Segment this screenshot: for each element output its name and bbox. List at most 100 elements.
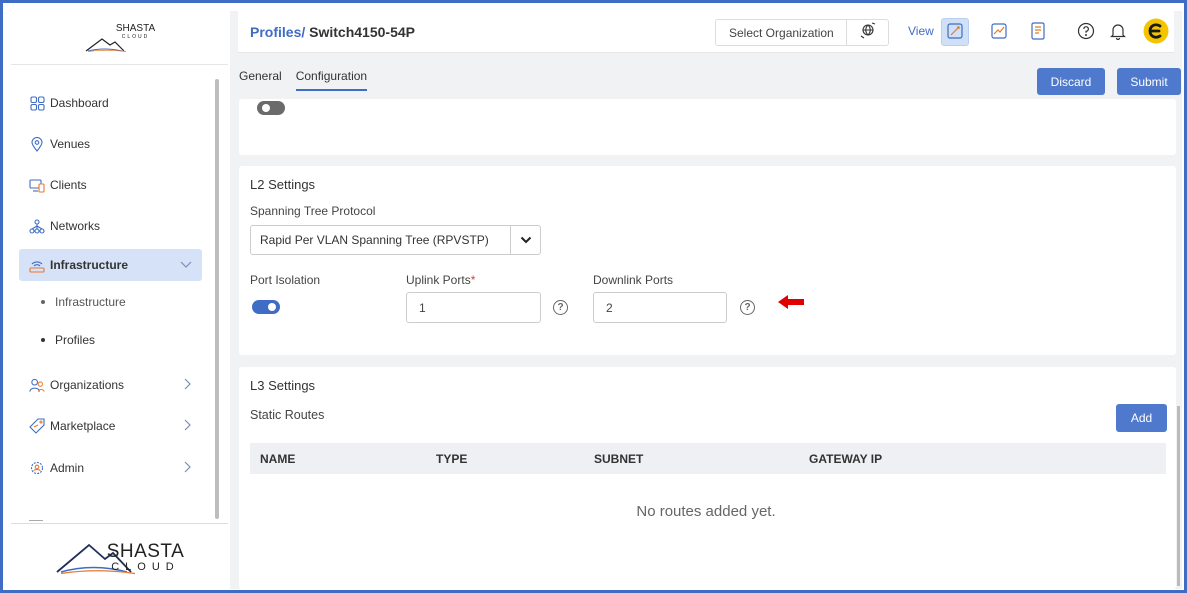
port-isolation-toggle[interactable] [252,300,280,314]
chevron-down-icon[interactable] [510,226,540,254]
red-arrow-annotation-icon [778,294,804,313]
chevron-right-icon [184,378,192,393]
sidebar-item-organizations[interactable]: Organizations [19,369,202,401]
previous-setting-toggle[interactable] [257,101,285,115]
network-icon [29,218,45,234]
help-icon [1077,22,1095,43]
column-header-name: NAME [260,452,296,466]
sidebar-scrollbar[interactable] [215,79,219,519]
l2-settings-title: L2 Settings [250,177,316,192]
sidebar-item-clients[interactable]: Clients [19,169,202,201]
previous-section-card [239,99,1176,155]
routes-empty-state: No routes added yet. [636,503,776,520]
sidebar-subitem-label: Infrastructure [55,295,126,309]
bullet-icon [41,338,45,342]
admin-gear-icon [29,460,45,476]
sidebar-logo[interactable]: SHASTA CLOUD [11,11,228,65]
report-icon [1029,21,1047,43]
tab-general[interactable]: General [239,69,282,91]
sidebar-item-label: Networks [50,219,101,233]
static-routes-label: Static Routes [250,408,325,422]
shasta-logo-large: SHASTA CLOUD [55,539,185,575]
app-frame: SHASTA CLOUD Dashboard Venues Clients Ne… [0,0,1187,593]
dashboard-icon [29,95,45,111]
column-header-subnet: SUBNET [594,452,644,466]
stp-select[interactable]: Rapid Per VLAN Spanning Tree (RPVSTP) [250,225,541,255]
organization-switch-button[interactable] [846,20,888,45]
submit-button[interactable]: Submit [1117,68,1181,95]
sidebar-item-label: Clients [50,178,87,192]
uplink-ports-input[interactable]: 1 [406,292,541,323]
organization-select[interactable]: Select Organization [715,19,889,46]
main-content: Profiles/ Switch4150-54P Select Organiza… [230,11,1182,589]
tab-configuration[interactable]: Configuration [295,69,368,91]
downlink-ports-label: Downlink Ports [593,273,674,287]
sidebar-item-label: Admin [50,461,85,475]
divider [29,520,43,521]
port-isolation-label: Port Isolation [250,273,321,287]
column-header-type: TYPE [436,452,468,466]
l2-settings-card: L2 Settings Spanning Tree Protocol Rapid… [239,166,1176,355]
sidebar-item-venues[interactable]: Venues [19,128,202,160]
sidebar-item-label: Dashboard [50,96,109,110]
view-label: View [908,24,934,38]
help-button[interactable] [1075,21,1097,43]
avatar [1143,18,1169,47]
shasta-logo-small: SHASTA CLOUD [84,22,156,52]
chevron-right-icon [184,419,192,434]
sidebar-item-marketplace[interactable]: Marketplace [19,410,202,442]
analytics-icon [990,22,1008,43]
downlink-help-icon[interactable]: ? [740,300,755,315]
stp-select-value: Rapid Per VLAN Spanning Tree (RPVSTP) [260,233,489,247]
tab-bar: General Configuration [239,69,368,91]
chevron-down-icon [180,258,192,272]
breadcrumb-current: Switch4150-54P [309,24,415,40]
sidebar-subitem-label: Profiles [55,333,96,347]
downlink-ports-input[interactable]: 2 [593,292,727,323]
organization-select-label: Select Organization [729,25,834,40]
view-config-button[interactable] [941,18,969,46]
sidebar-subitem-profiles[interactable]: Profiles [41,333,95,347]
sidebar-item-admin[interactable]: Admin [19,452,202,484]
breadcrumb-link-profiles[interactable]: Profiles/ [250,24,305,40]
bullet-icon [41,300,45,304]
location-pin-icon [29,136,45,152]
logo-subtext: CLOUD [111,560,180,573]
view-analytics-button[interactable] [985,18,1013,46]
sidebar-item-infrastructure[interactable]: Infrastructure [19,249,202,281]
sidebar-item-label: Venues [50,137,91,151]
required-marker: * [470,273,476,287]
view-report-button[interactable] [1024,18,1052,46]
notifications-button[interactable] [1107,21,1129,43]
chevron-right-icon [184,461,192,476]
uplink-ports-label: Uplink Ports* [406,273,475,287]
sidebar-item-dashboard[interactable]: Dashboard [19,87,202,119]
sidebar-item-label: Organizations [50,378,125,392]
logo-subtext: CLOUD [121,33,150,40]
uplink-help-icon[interactable]: ? [553,300,568,315]
bell-icon [1110,22,1126,43]
user-avatar-button[interactable] [1143,18,1169,47]
sidebar-footer: SHASTA CLOUD [11,520,228,589]
breadcrumb: Profiles/ Switch4150-54P [250,24,415,40]
top-bar: Profiles/ Switch4150-54P Select Organiza… [238,11,1174,53]
add-route-button[interactable]: Add [1116,404,1167,432]
config-edit-icon [946,22,964,43]
l3-settings-title: L3 Settings [250,378,316,393]
tag-icon [29,418,45,434]
sidebar-subitem-infrastructure[interactable]: Infrastructure [41,295,126,309]
logo-text: SHASTA [106,540,185,562]
stp-label: Spanning Tree Protocol [250,204,376,218]
users-icon [29,377,45,393]
router-icon [29,257,45,273]
sidebar: SHASTA CLOUD Dashboard Venues Clients Ne… [11,11,228,589]
sidebar-item-label: Infrastructure [50,258,129,272]
uplink-ports-label-text: Uplink Ports [406,273,471,287]
globe-switch-icon [859,22,877,43]
discard-button[interactable]: Discard [1037,68,1105,95]
main-scrollbar[interactable] [1177,406,1180,586]
routes-table-header: NAME TYPE SUBNET GATEWAY IP [250,443,1166,474]
sidebar-item-networks[interactable]: Networks [19,210,202,242]
logo-text: SHASTA [115,22,156,34]
l3-settings-card: L3 Settings Static Routes Add [239,367,1176,589]
